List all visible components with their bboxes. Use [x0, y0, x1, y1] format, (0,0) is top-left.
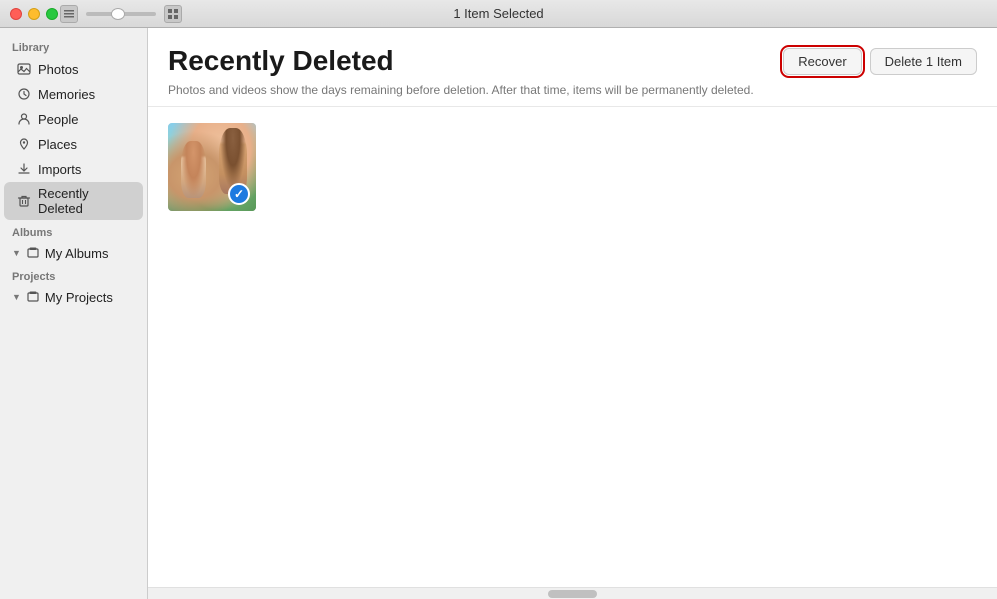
projects-section-label: Projects: [0, 265, 147, 285]
person-icon: [16, 111, 32, 127]
window-controls: [60, 5, 182, 23]
scrollbar[interactable]: [148, 587, 997, 599]
places-label: Places: [38, 137, 77, 152]
page-subtitle: Photos and videos show the days remainin…: [168, 82, 783, 99]
sidebar-item-people[interactable]: People: [4, 107, 143, 131]
minimize-button[interactable]: [28, 8, 40, 20]
photo-item[interactable]: ✓: [168, 123, 256, 211]
traffic-lights: [10, 8, 58, 20]
import-icon: [16, 161, 32, 177]
page-title: Recently Deleted: [168, 44, 783, 78]
sidebar-item-photos[interactable]: Photos: [4, 57, 143, 81]
header-left: Recently Deleted Photos and videos show …: [168, 44, 783, 98]
trash-icon: [16, 193, 32, 209]
people-label: People: [38, 112, 78, 127]
content-header: Recently Deleted Photos and videos show …: [148, 28, 997, 107]
sidebar-item-imports[interactable]: Imports: [4, 157, 143, 181]
app-body: Library Photos Memories: [0, 28, 997, 599]
photos-label: Photos: [38, 62, 78, 77]
main-content: Recently Deleted Photos and videos show …: [148, 28, 997, 599]
header-actions: Recover Delete 1 Item: [783, 44, 977, 75]
grid-toggle-icon[interactable]: [164, 5, 182, 23]
window-title: 1 Item Selected: [453, 6, 543, 21]
sidebar-item-recently-deleted[interactable]: Recently Deleted: [4, 182, 143, 220]
my-projects-label: My Projects: [45, 290, 113, 305]
scrollbar-thumb[interactable]: [548, 590, 597, 598]
photo-grid: ✓: [168, 123, 977, 211]
memory-icon: [16, 86, 32, 102]
memories-label: Memories: [38, 87, 95, 102]
titlebar: 1 Item Selected: [0, 0, 997, 28]
maximize-button[interactable]: [46, 8, 58, 20]
recover-button[interactable]: Recover: [783, 48, 861, 75]
sidebar-item-memories[interactable]: Memories: [4, 82, 143, 106]
recently-deleted-label: Recently Deleted: [38, 186, 131, 216]
imports-label: Imports: [38, 162, 81, 177]
sidebar-item-my-projects[interactable]: ▼ My Projects: [0, 285, 147, 309]
albums-section-label: Albums: [0, 221, 147, 241]
photo-icon: [16, 61, 32, 77]
library-section-label: Library: [0, 36, 147, 56]
sidebar: Library Photos Memories: [0, 28, 148, 599]
sidebar-item-my-albums[interactable]: ▼ My Albums: [0, 241, 147, 265]
sidebar-toggle-icon[interactable]: [60, 5, 78, 23]
close-button[interactable]: [10, 8, 22, 20]
pin-icon: [16, 136, 32, 152]
album-icon: [25, 245, 41, 261]
delete-button[interactable]: Delete 1 Item: [870, 48, 977, 75]
project-icon: [25, 289, 41, 305]
my-projects-chevron: ▼: [12, 292, 21, 302]
content-area: ✓: [148, 107, 997, 587]
checkmark-icon: ✓: [234, 187, 244, 201]
sidebar-item-places[interactable]: Places: [4, 132, 143, 156]
my-albums-chevron: ▼: [12, 248, 21, 258]
my-albums-label: My Albums: [45, 246, 109, 261]
